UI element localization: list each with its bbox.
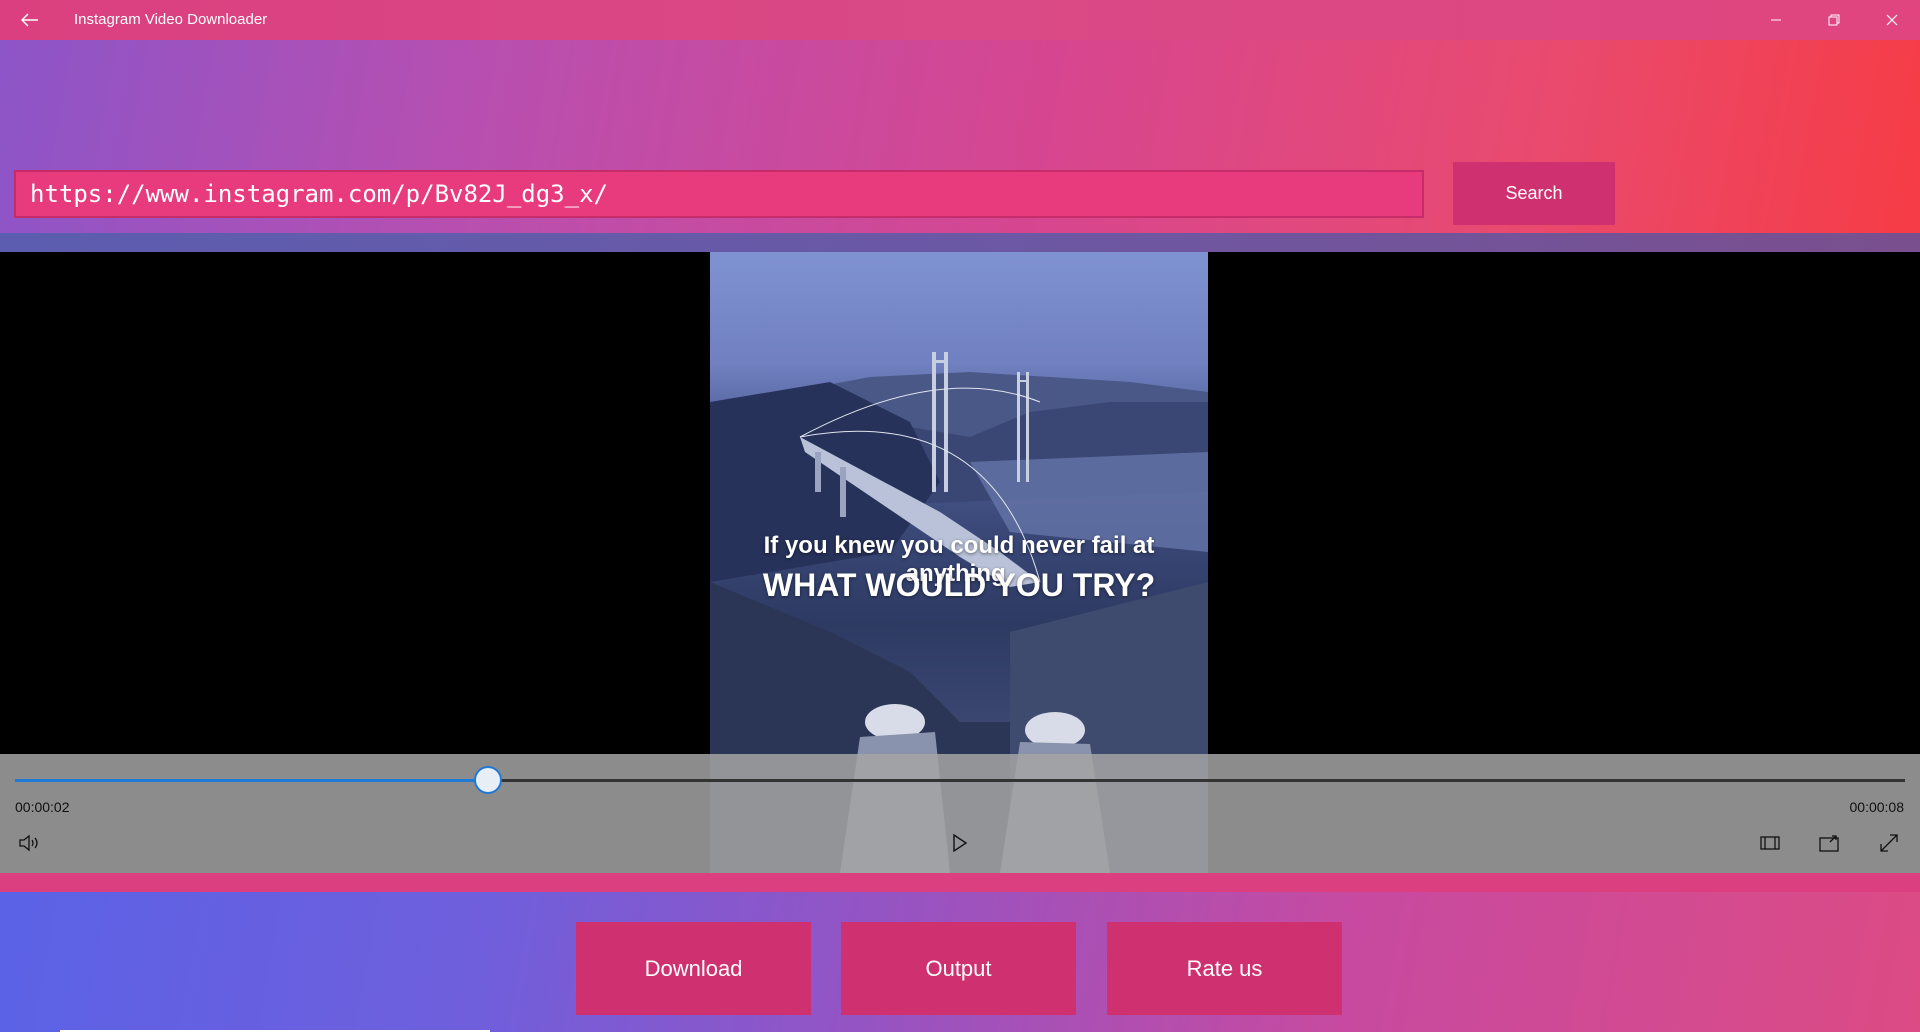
seek-bar[interactable] <box>15 779 1905 782</box>
search-button[interactable]: Search <box>1453 162 1615 225</box>
restore-icon[interactable] <box>1806 0 1862 40</box>
player-divider <box>0 873 1920 892</box>
video-caption-line2: WHAT WOULD YOU TRY? <box>762 567 1156 603</box>
cast-icon[interactable] <box>1815 829 1843 857</box>
title-bar: Instagram Video Downloader <box>0 0 1920 40</box>
output-button[interactable]: Output <box>841 922 1076 1015</box>
minimize-icon[interactable] <box>1748 0 1804 40</box>
seek-bar-progress <box>15 779 488 782</box>
download-button[interactable]: Download <box>576 922 811 1015</box>
volume-icon[interactable] <box>16 829 44 857</box>
total-time: 00:00:08 <box>1849 799 1905 815</box>
seek-thumb[interactable] <box>473 766 502 794</box>
video-player[interactable]: If you knew you could never fail at anyt… <box>0 252 1920 873</box>
play-icon[interactable] <box>946 829 974 857</box>
close-icon[interactable] <box>1864 0 1920 40</box>
header-divider <box>0 233 1920 252</box>
arrow-left-icon[interactable] <box>18 9 42 31</box>
action-bar: Download Output Rate us <box>0 892 1920 1032</box>
player-controls: 00:00:02 00:00:08 <box>0 754 1920 873</box>
current-time: 00:00:02 <box>15 799 70 815</box>
fullscreen-icon[interactable] <box>1875 829 1903 857</box>
url-input[interactable] <box>14 170 1424 218</box>
aspect-ratio-icon[interactable] <box>1756 829 1784 857</box>
window-title: Instagram Video Downloader <box>74 11 268 28</box>
rate-us-button[interactable]: Rate us <box>1107 922 1342 1015</box>
